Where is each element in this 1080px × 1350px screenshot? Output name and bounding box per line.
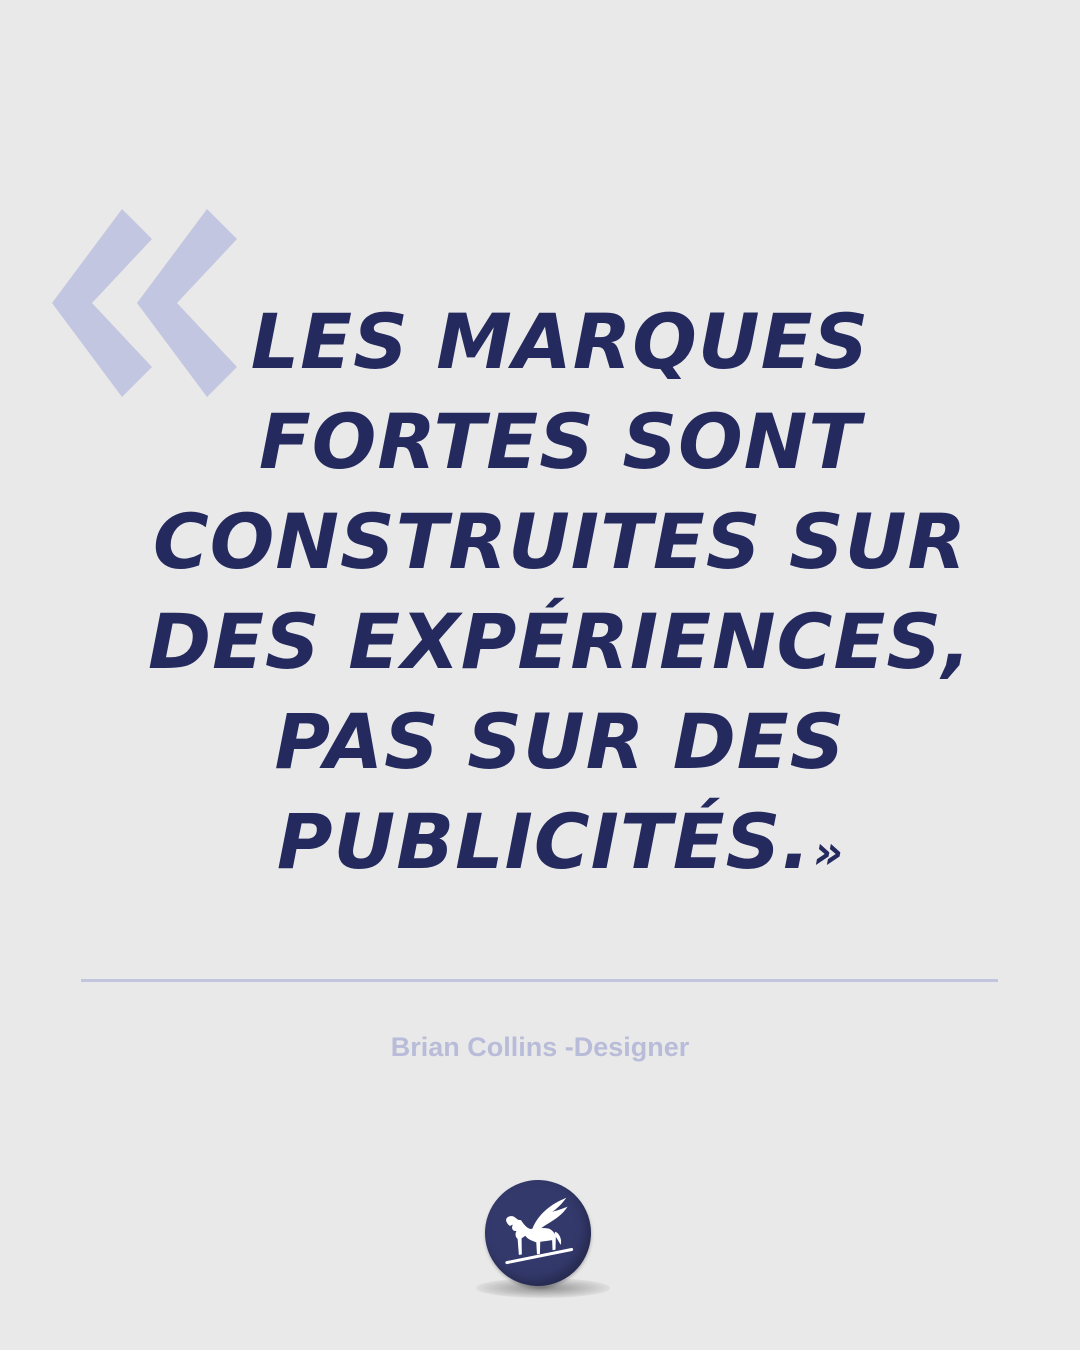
quote-card: LES MARQUES FORTES SONT CONSTRUITES SUR … <box>0 0 1080 1350</box>
quote-line-2: FORTES SONT <box>258 397 862 486</box>
divider <box>81 979 998 982</box>
quote-line-6: PUBLICITÉS. <box>276 797 812 886</box>
winged-horse-icon <box>505 1197 574 1265</box>
close-quote-mark: » <box>813 825 844 879</box>
brand-logo <box>472 1173 612 1305</box>
quote-line-3: CONSTRUITES SUR <box>152 497 967 586</box>
quote-text: LES MARQUES FORTES SONT CONSTRUITES SUR … <box>110 292 1010 902</box>
logo-badge <box>478 1173 598 1293</box>
author-credit: Brian Collins -Designer <box>390 1032 690 1062</box>
quote-line-4: DES EXPÉRIENCES, <box>148 597 972 686</box>
quote-line-1: LES MARQUES <box>250 297 870 386</box>
quote-line-5: PAS SUR DES <box>274 697 846 786</box>
quote-line-6-wrap: PUBLICITÉS.» <box>110 792 1010 902</box>
